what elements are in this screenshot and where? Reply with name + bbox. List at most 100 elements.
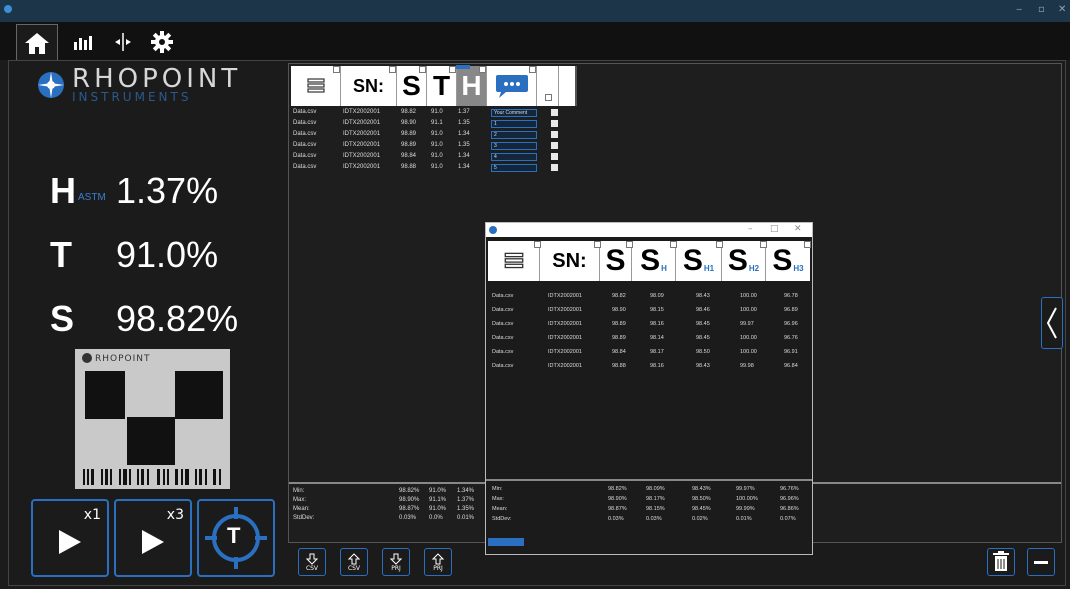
comment-input[interactable]: 1 bbox=[491, 120, 537, 128]
row-checkbox[interactable] bbox=[551, 131, 558, 138]
minimize-window-icon[interactable]: ‒ bbox=[1016, 4, 1022, 15]
cell-sn: IDTX2002001 bbox=[343, 131, 381, 137]
stat-t: 91.0% bbox=[429, 506, 447, 512]
measure-count: x1 bbox=[83, 507, 101, 523]
cell-h: 1.37 bbox=[458, 109, 470, 115]
export-prj-button[interactable]: PRJ bbox=[382, 548, 410, 576]
dialog-titlebar: – □ ✕ bbox=[486, 223, 812, 237]
tab-home[interactable] bbox=[16, 24, 58, 60]
stat-label: Max: bbox=[492, 496, 504, 502]
expand-panel-button[interactable] bbox=[1041, 297, 1063, 349]
column-checkbox[interactable] bbox=[419, 66, 426, 73]
comment-input[interactable]: 2 bbox=[491, 131, 537, 139]
column-subscript: H3 bbox=[793, 263, 804, 273]
comment-input[interactable]: 4 bbox=[491, 153, 537, 161]
column-checkbox[interactable] bbox=[670, 241, 677, 248]
button-label: PRJ bbox=[391, 564, 401, 572]
target-label: T bbox=[227, 523, 241, 548]
import-prj-button[interactable]: PRJ bbox=[424, 548, 452, 576]
cell-sh1: 98.45 bbox=[696, 335, 710, 341]
cell-sh1: 98.43 bbox=[696, 363, 710, 369]
cell-sn: IDTX2002001 bbox=[343, 120, 381, 126]
reading-label: T bbox=[50, 234, 72, 275]
row-checkbox[interactable] bbox=[551, 142, 558, 149]
tab-settings[interactable] bbox=[146, 25, 178, 58]
stat-s: 98.82% bbox=[399, 488, 420, 494]
row-checkbox[interactable] bbox=[551, 153, 558, 160]
dialog-column-file[interactable] bbox=[488, 241, 540, 281]
close-window-icon[interactable]: ✕ bbox=[1058, 4, 1066, 15]
table-row[interactable]: Data.csv IDTX2002001 98.88 91.0 1.34 5 bbox=[293, 164, 563, 173]
stat-s: 0.03% bbox=[399, 515, 417, 521]
tab-chart[interactable] bbox=[68, 25, 98, 58]
table-row[interactable]: Data.csv IDTX2002001 98.84 91.0 1.34 4 bbox=[293, 153, 563, 162]
chevron-left-icon bbox=[1046, 307, 1057, 339]
cell-file: Data.csv bbox=[293, 142, 317, 148]
column-checkbox[interactable] bbox=[534, 241, 541, 248]
cell-sh3: 96.89 bbox=[784, 307, 798, 313]
column-checkbox[interactable] bbox=[333, 66, 340, 73]
comment-input[interactable]: Your Comment bbox=[491, 109, 537, 117]
dialog-maximize-icon[interactable]: □ bbox=[770, 224, 779, 234]
play-icon bbox=[142, 530, 164, 554]
table-row[interactable]: Data.csv IDTX2002001 98.88 98.16 98.43 99.98 9… bbox=[492, 363, 808, 372]
reading-haze: H ASTM 1.37% bbox=[50, 170, 218, 212]
table-row[interactable]: Data.csv IDTX2002001 98.89 91.0 1.34 2 bbox=[293, 131, 563, 140]
cell-t: 91.0 bbox=[431, 164, 443, 170]
column-checkbox[interactable] bbox=[389, 66, 396, 73]
cell-sh: 98.16 bbox=[650, 321, 664, 327]
table-row[interactable]: Data.csv IDTX2002001 98.90 98.15 98.46 100.00… bbox=[492, 307, 808, 316]
column-checkbox[interactable] bbox=[760, 241, 767, 248]
stat-label: StdDev: bbox=[293, 515, 315, 521]
target-button[interactable]: T bbox=[197, 499, 275, 577]
comment-input[interactable]: 3 bbox=[491, 142, 537, 150]
row-checkbox[interactable] bbox=[551, 109, 558, 116]
measure-x3-button[interactable]: x3 bbox=[114, 499, 192, 577]
cell-file: Data.csv bbox=[492, 335, 514, 341]
reading-sub: ASTM bbox=[78, 192, 106, 203]
table-row[interactable]: Data.csv IDTX2002001 98.84 98.17 98.50 100.00… bbox=[492, 349, 808, 358]
select-all-checkbox[interactable] bbox=[545, 94, 552, 101]
cell-h: 1.35 bbox=[458, 120, 470, 126]
cell-file: Data.csv bbox=[492, 363, 514, 369]
table-row[interactable]: Data.csv IDTX2002001 98.90 91.1 1.35 1 bbox=[293, 120, 563, 129]
stat-sh1: 98.50% bbox=[692, 496, 711, 502]
cell-s: 98.89 bbox=[612, 321, 626, 327]
cell-t: 91.1 bbox=[431, 120, 443, 126]
stat-sh: 98.09% bbox=[646, 486, 665, 492]
table-row[interactable]: Data.csv IDTX2002001 98.89 91.0 1.35 3 bbox=[293, 142, 563, 151]
comment-input[interactable]: 5 bbox=[491, 164, 537, 172]
cell-s: 98.82 bbox=[401, 109, 417, 115]
dialog-minimize-icon[interactable]: – bbox=[748, 224, 753, 234]
dialog-column-sn[interactable]: SN: bbox=[540, 241, 600, 281]
column-checkbox[interactable] bbox=[479, 66, 486, 73]
column-checkbox[interactable] bbox=[594, 241, 601, 248]
row-checkbox[interactable] bbox=[551, 120, 558, 127]
measure-x1-button[interactable]: x1 bbox=[31, 499, 109, 577]
table-row[interactable]: Data.csv IDTX2002001 98.89 98.16 98.45 99.97 9… bbox=[492, 321, 808, 330]
table-row[interactable]: Data.csv IDTX2002001 98.89 98.14 98.45 100.00… bbox=[492, 335, 808, 344]
column-checkbox[interactable] bbox=[626, 241, 633, 248]
dialog-scrollbar[interactable] bbox=[488, 538, 524, 546]
row-checkbox[interactable] bbox=[551, 164, 558, 171]
delete-button[interactable] bbox=[987, 548, 1015, 576]
column-checkbox[interactable] bbox=[716, 241, 723, 248]
arrow-up-icon bbox=[348, 552, 360, 564]
table-row[interactable]: Data.csv IDTX2002001 98.82 98.09 98.43 100.00… bbox=[492, 293, 808, 302]
column-checkbox[interactable] bbox=[804, 241, 811, 248]
dialog-divider bbox=[486, 479, 812, 481]
export-csv-button[interactable]: CSV bbox=[298, 548, 326, 576]
remove-button[interactable] bbox=[1027, 548, 1055, 576]
dialog-close-icon[interactable]: ✕ bbox=[794, 224, 802, 234]
gear-icon bbox=[151, 30, 173, 53]
column-checkbox[interactable] bbox=[529, 66, 536, 73]
stat-label: StdDev: bbox=[492, 516, 512, 522]
tab-compare[interactable] bbox=[108, 25, 138, 58]
import-csv-button[interactable]: CSV bbox=[340, 548, 368, 576]
column-checkbox[interactable] bbox=[449, 66, 456, 73]
stat-s: 98.87% bbox=[608, 506, 627, 512]
cell-sn: IDTX2002001 bbox=[548, 335, 582, 341]
cell-sh1: 98.50 bbox=[696, 349, 710, 355]
table-row[interactable]: Data.csv IDTX2002001 98.82 91.0 1.37 Your Com… bbox=[293, 109, 563, 118]
restore-window-icon[interactable]: ▫ bbox=[1038, 4, 1045, 15]
